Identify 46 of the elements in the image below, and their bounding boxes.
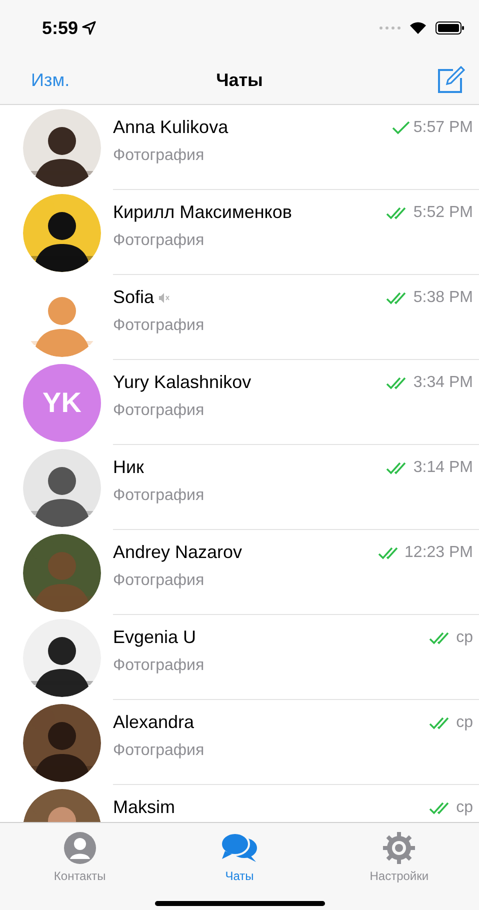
chat-name: Maksim bbox=[113, 796, 175, 819]
chat-time: 5:57 PM bbox=[413, 118, 473, 138]
chat-time: ср bbox=[456, 628, 473, 648]
chat-row[interactable]: Sofia 5:38 PM Фотография bbox=[0, 275, 479, 360]
chat-row[interactable]: Evgenia U ср Фотография bbox=[0, 615, 479, 700]
signal-dots-icon bbox=[379, 26, 401, 30]
chat-name: Sofia bbox=[113, 286, 154, 309]
person-icon bbox=[62, 831, 97, 865]
chat-name: Кирилл Максименков bbox=[113, 201, 292, 224]
chat-row[interactable]: Alexandra ср Фотография bbox=[0, 700, 479, 785]
message-preview: Фотография bbox=[113, 146, 206, 166]
tab-bar-item[interactable]: Чаты bbox=[160, 831, 320, 885]
message-preview: Фотография bbox=[113, 231, 206, 251]
message-preview: Фотография bbox=[113, 401, 206, 421]
chat-name: Alexandra bbox=[113, 711, 194, 734]
message-preview: Фотография bbox=[113, 656, 206, 676]
chat-time: ср bbox=[456, 712, 473, 732]
message-preview: Фотография bbox=[113, 571, 206, 591]
message-preview: Фотография bbox=[113, 741, 206, 761]
chat-row[interactable]: Кирилл Максименков 5:52 PM Фотография bbox=[0, 190, 479, 275]
chat-time: 3:34 PM bbox=[413, 372, 473, 392]
gear-icon bbox=[382, 831, 416, 865]
battery-icon bbox=[435, 21, 465, 35]
chat-name: Andrey Nazarov bbox=[113, 541, 242, 564]
wifi-icon bbox=[409, 21, 427, 35]
chat-name: Evgenia U bbox=[113, 626, 196, 649]
chat-row[interactable]: Anna Kulikova 5:57 PM Фотография bbox=[0, 105, 479, 190]
chat-bubbles-icon bbox=[220, 831, 258, 865]
chat-row[interactable]: Ник 3:14 PM Фотография bbox=[0, 445, 479, 530]
chat-time: 3:14 PM bbox=[413, 458, 473, 478]
chat-name: Ник bbox=[113, 456, 144, 479]
location-arrow-icon bbox=[82, 21, 96, 35]
message-preview: Фотография bbox=[113, 316, 206, 336]
chat-row[interactable]: YK Yury Kalashnikov 3:34 PM Фотография bbox=[0, 360, 479, 445]
chat-time: 5:38 PM bbox=[413, 288, 473, 308]
chat-time: ср bbox=[456, 798, 473, 818]
compose-icon[interactable] bbox=[437, 66, 465, 94]
chat-row[interactable]: Andrey Nazarov 12:23 PM Фотография bbox=[0, 530, 479, 615]
chat-name: Yury Kalashnikov bbox=[113, 371, 252, 394]
chat-name: Anna Kulikova bbox=[113, 116, 228, 139]
chat-time: 5:52 PM bbox=[413, 202, 473, 222]
chat-time: 12:23 PM bbox=[404, 542, 473, 562]
screen-title: Чаты bbox=[216, 68, 263, 92]
status-time: 5:59 bbox=[42, 16, 78, 40]
avatar: YK bbox=[23, 364, 101, 442]
message-preview: Фотография bbox=[113, 486, 206, 506]
